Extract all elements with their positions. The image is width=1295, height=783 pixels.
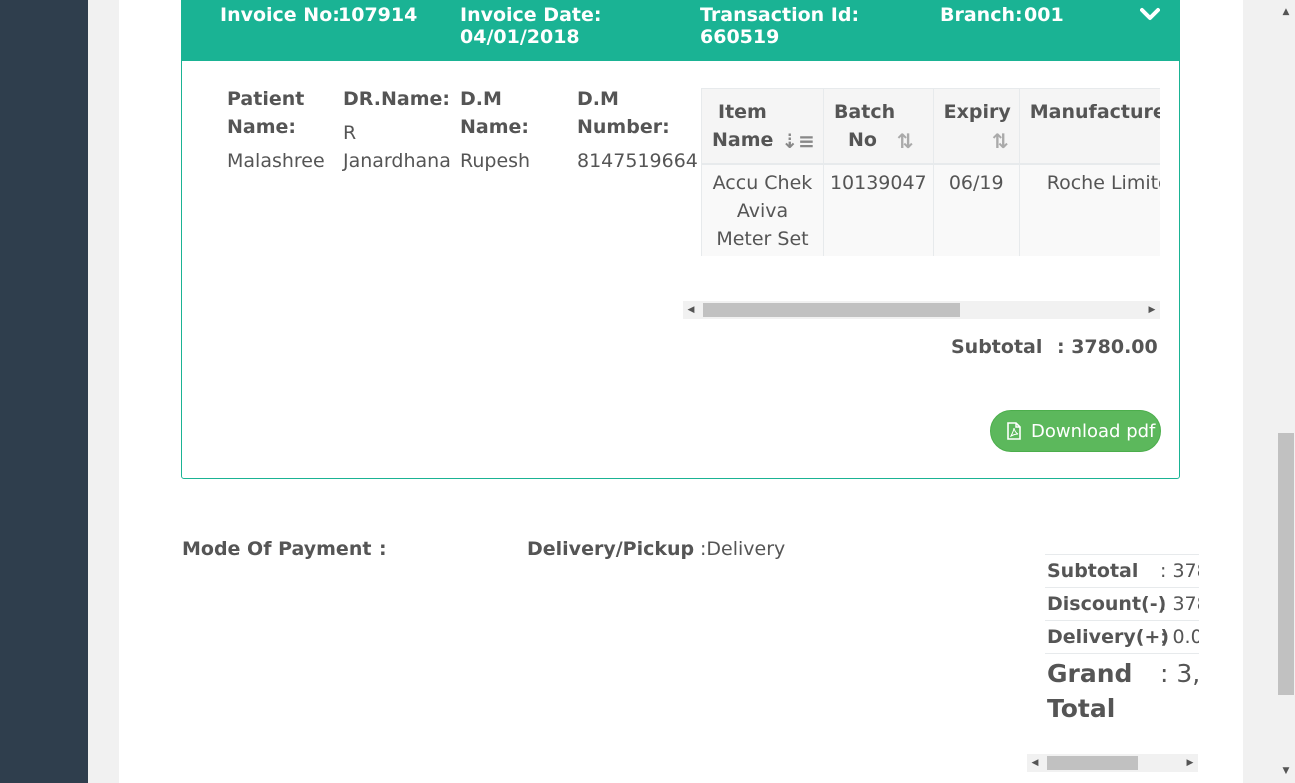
sidebar — [0, 0, 88, 783]
grand-total-value: : 3,4 — [1160, 659, 1199, 688]
page-vertical-scrollbar[interactable]: ▲ ▼ — [1277, 0, 1295, 783]
dm-number-label-2: Number: — [577, 116, 670, 138]
cell-text: Accu Chek — [712, 171, 813, 194]
dr-name-value-1: R — [343, 122, 357, 144]
column-header-item-name[interactable]: Item Name ⇣≡ — [701, 88, 824, 165]
table-row: Accu Chek Aviva Meter Set 10139047 06/19… — [701, 163, 1160, 256]
totals-subtotal-value: : 378 — [1160, 560, 1199, 582]
cell-text: Meter Set — [716, 227, 809, 250]
scrollbar-thumb[interactable] — [1278, 433, 1294, 695]
panel-subtotal-label: Subtotal — [951, 336, 1043, 358]
dm-name-value: Rupesh — [460, 150, 531, 172]
invoice-no-value: 107914 — [338, 4, 418, 26]
column-header-label: Expiry — [943, 101, 1011, 123]
scroll-left-arrow-icon[interactable]: ◀ — [1027, 754, 1043, 772]
mode-of-payment-label: Mode Of Payment — [182, 538, 372, 560]
column-header-label: Batch — [833, 101, 896, 123]
totals-row-grand-total: Grand Total : 3,4 — [1045, 653, 1199, 734]
sort-icon[interactable]: ⇅ — [897, 127, 914, 155]
download-pdf-button[interactable]: Download pdf — [990, 410, 1161, 452]
column-header-manufacturer[interactable]: Manufacturer — [1018, 88, 1160, 165]
cell-manufacturer: Roche Limited — [1018, 163, 1160, 256]
dr-name-label: DR.Name: — [343, 88, 450, 110]
dm-number-value: 8147519664 — [577, 150, 698, 172]
delivery-pickup-value: :Delivery — [700, 538, 786, 560]
scroll-down-arrow-icon[interactable]: ▼ — [1277, 763, 1295, 779]
download-pdf-label: Download pdf — [1031, 421, 1156, 442]
column-header-label: Name — [712, 129, 774, 151]
invoice-panel-header[interactable]: Invoice No: 107914 Invoice Date: 04/01/2… — [182, 0, 1179, 61]
branch-value: 001 — [1024, 4, 1064, 26]
invoice-date-value: 04/01/2018 — [460, 26, 580, 48]
totals-discount-label: Discount(-) — [1047, 593, 1167, 615]
branch-label: Branch: — [940, 4, 1023, 26]
column-header-label: Manufacturer — [1029, 101, 1160, 123]
scroll-up-arrow-icon[interactable]: ▲ — [1277, 4, 1295, 20]
totals-subtotal-label: Subtotal — [1047, 560, 1139, 582]
dm-name-label-2: Name: — [460, 116, 530, 138]
scroll-right-arrow-icon[interactable]: ▶ — [1144, 301, 1160, 319]
cell-expiry: 06/19 — [932, 163, 1020, 256]
delivery-pickup-label: Delivery/Pickup — [527, 538, 695, 560]
column-header-label: No — [847, 129, 877, 151]
grand-total-label: Grand — [1047, 659, 1133, 688]
dm-number-label: D.M — [577, 88, 619, 110]
dm-name-label: D.M — [460, 88, 502, 110]
cell-item-name: Accu Chek Aviva Meter Set — [701, 163, 824, 256]
scrollbar-thumb[interactable] — [1047, 756, 1138, 770]
patient-name-value: Malashree — [227, 150, 325, 172]
totals-horizontal-scrollbar[interactable]: ◀ ▶ — [1027, 754, 1198, 772]
column-header-label: Item — [718, 101, 767, 123]
totals-row-discount: Discount(-) : 378 — [1045, 587, 1199, 621]
grand-total-label-2: Total — [1047, 694, 1116, 723]
order-totals: Subtotal : 378 Discount(-) : 378 Deliver… — [1045, 554, 1199, 734]
transaction-id-label: Transaction Id: — [700, 4, 860, 26]
file-pdf-icon — [1007, 422, 1021, 440]
items-table-wrapper: Item Name ⇣≡ Batch No ⇅ Expiry ⇅ Manufactu… — [701, 88, 1160, 256]
table-horizontal-scrollbar[interactable]: ◀ ▶ — [683, 301, 1160, 319]
totals-delivery-label: Delivery(+) — [1047, 626, 1169, 648]
totals-delivery-value: : 0.0 — [1160, 626, 1199, 648]
dr-name-value-2: Janardhana — [343, 150, 451, 172]
column-header-batch-no[interactable]: Batch No ⇅ — [822, 88, 934, 165]
patient-name-label-2: Name: — [227, 116, 297, 138]
patient-name-label: Patient — [227, 88, 305, 110]
mode-of-payment-colon: : — [379, 538, 387, 560]
column-header-expiry[interactable]: Expiry ⇅ — [932, 88, 1020, 165]
cell-text: Aviva — [736, 199, 789, 222]
totals-row-subtotal: Subtotal : 378 — [1045, 554, 1199, 588]
scroll-left-arrow-icon[interactable]: ◀ — [683, 301, 699, 319]
invoice-no-label: Invoice No: — [220, 4, 340, 26]
sort-icon[interactable]: ⇅ — [992, 127, 1009, 155]
invoice-date-label: Invoice Date: — [460, 4, 602, 26]
sort-amount-asc-icon[interactable]: ⇣≡ — [781, 127, 815, 155]
chevron-down-icon[interactable] — [1140, 7, 1160, 21]
cell-batch-no: 10139047 — [822, 163, 934, 256]
scroll-right-arrow-icon[interactable]: ▶ — [1182, 754, 1198, 772]
scrollbar-thumb[interactable] — [703, 303, 960, 317]
totals-discount-value: : 378 — [1160, 593, 1199, 615]
totals-row-delivery: Delivery(+) : 0.0 — [1045, 620, 1199, 654]
transaction-id-value: 660519 — [700, 26, 780, 48]
panel-subtotal-value: : 3780.00 — [1057, 336, 1158, 358]
items-table: Item Name ⇣≡ Batch No ⇅ Expiry ⇅ Manufactu… — [701, 88, 1160, 256]
invoice-panel: Invoice No: 107914 Invoice Date: 04/01/2… — [181, 0, 1180, 479]
